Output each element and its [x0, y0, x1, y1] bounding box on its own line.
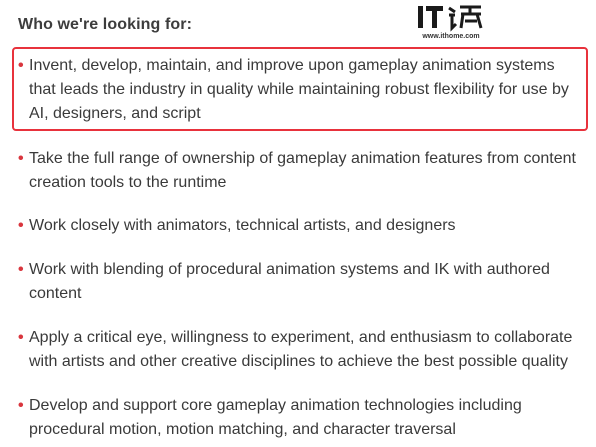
bullet-icon: •: [18, 329, 24, 346]
list-item-text: Work closely with animators, technical a…: [29, 217, 456, 234]
bullet-icon: •: [18, 57, 24, 74]
watermark-url: www.ithome.com: [422, 33, 480, 40]
cropped-text-fragment: [38, 0, 158, 2]
list-item: • Apply a critical eye, willingness to e…: [18, 326, 584, 374]
list-item: • Take the full range of ownership of ga…: [18, 147, 584, 195]
list-item-text: Apply a critical eye, willingness to exp…: [29, 329, 573, 370]
list-item: • Work with blending of procedural anima…: [18, 258, 584, 306]
list-item: • Develop and support core gameplay anim…: [18, 394, 584, 442]
bullet-icon: •: [18, 397, 24, 414]
list-item: • Invent, develop, maintain, and improve…: [18, 54, 584, 126]
list-item: • Work closely with animators, technical…: [18, 214, 584, 238]
bullet-icon: •: [18, 217, 24, 234]
list-item-text: Take the full range of ownership of game…: [29, 150, 576, 191]
list-item-text: Invent, develop, maintain, and improve u…: [29, 57, 569, 122]
section-heading: Who we're looking for:: [18, 16, 192, 33]
ithome-watermark: www.ithome.com: [415, 2, 487, 44]
list-item-text: Develop and support core gameplay animat…: [29, 397, 522, 438]
bullet-icon: •: [18, 261, 24, 278]
list-item-text: Work with blending of procedural animati…: [29, 261, 550, 302]
bullet-icon: •: [18, 150, 24, 167]
ithome-logo-icon: [418, 5, 483, 32]
